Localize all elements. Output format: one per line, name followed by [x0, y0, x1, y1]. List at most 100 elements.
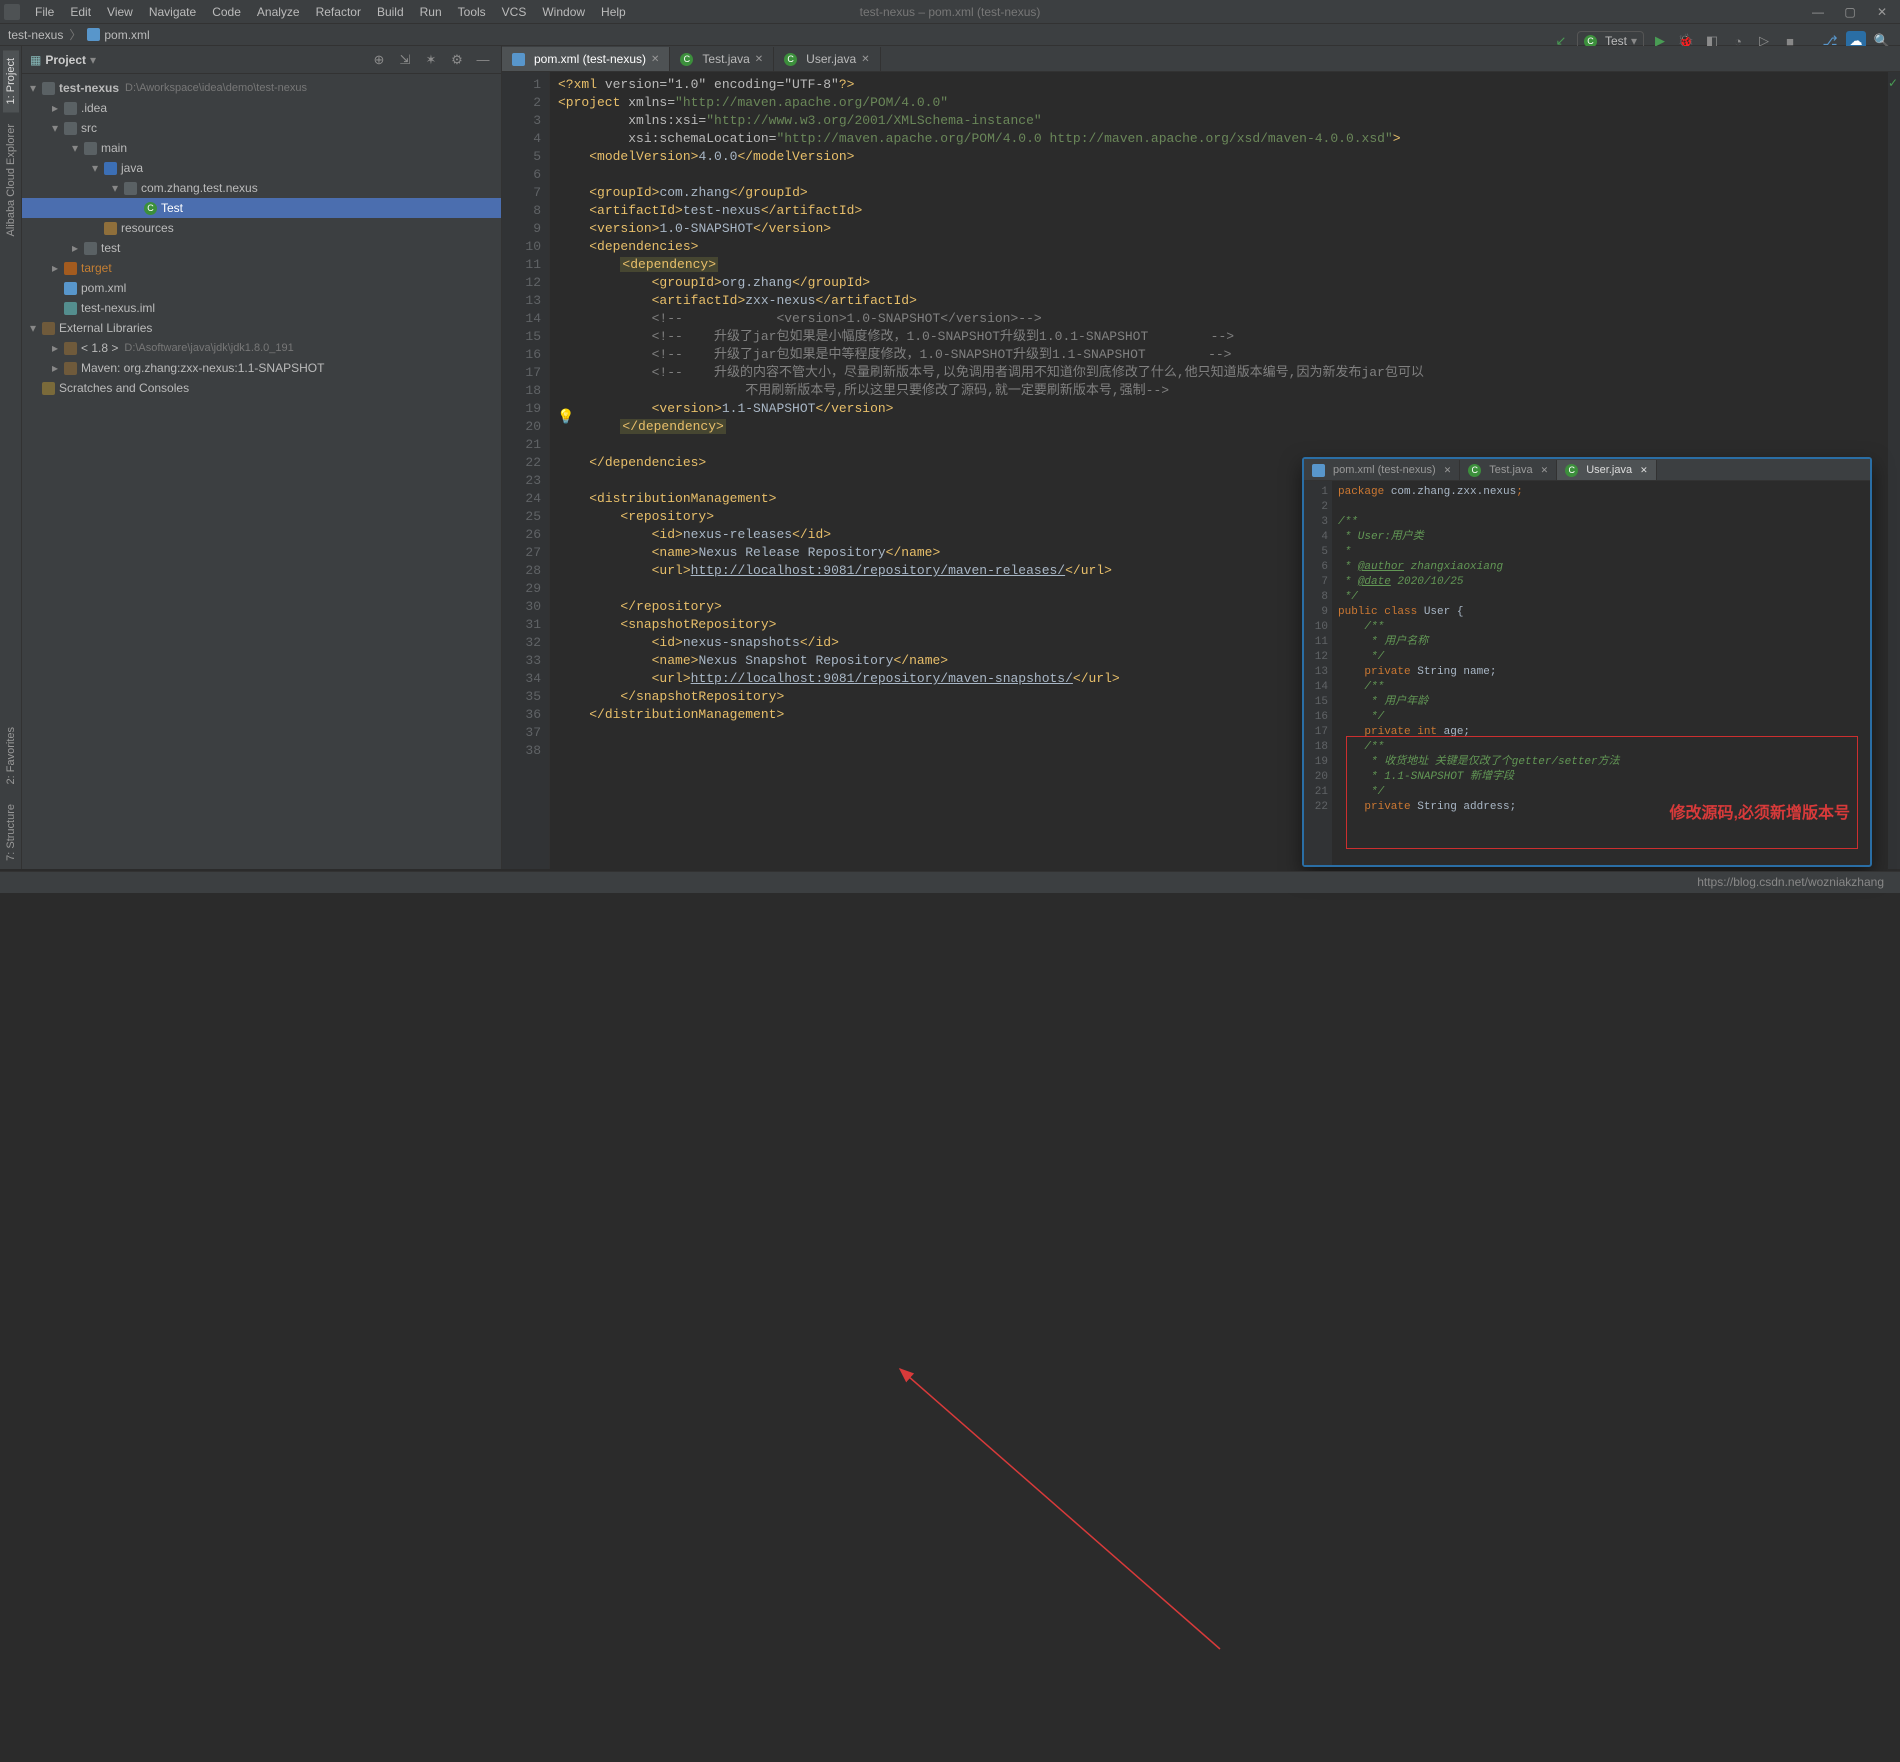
tree-jdk[interactable]: ▸< 1.8 >D:\Asoftware\java\jdk\jdk1.8.0_1…	[22, 338, 501, 358]
close-button[interactable]: ✕	[1868, 3, 1896, 21]
tree-label: .idea	[81, 101, 107, 115]
close-icon[interactable]: ✕	[1444, 465, 1452, 476]
tree-pom[interactable]: pom.xml	[22, 278, 501, 298]
menu-refactor[interactable]: Refactor	[309, 3, 368, 21]
menu-vcs[interactable]: VCS	[495, 3, 534, 21]
close-icon[interactable]: ✕	[755, 54, 763, 65]
class-icon: C	[1468, 464, 1481, 477]
folder-icon	[84, 242, 97, 255]
status-bar	[0, 871, 1900, 893]
folder-icon	[64, 102, 77, 115]
tree-root-path: D:\Aworkspace\idea\demo\test-nexus	[125, 82, 307, 94]
favorites-tab[interactable]: 2: Favorites	[3, 719, 19, 792]
preview-tab-test[interactable]: C Test.java ✕	[1460, 460, 1557, 480]
tree-idea[interactable]: ▸.idea	[22, 98, 501, 118]
menu-navigate[interactable]: Navigate	[142, 3, 203, 21]
tree-label: main	[101, 141, 127, 155]
tree-label: test-nexus.iml	[81, 301, 155, 315]
chevron-down-icon[interactable]: ▾	[90, 53, 96, 67]
tab-user[interactable]: CUser.java✕	[774, 47, 880, 71]
menu-file[interactable]: File	[28, 3, 61, 21]
tree-target[interactable]: ▸target	[22, 258, 501, 278]
tree-resources[interactable]: resources	[22, 218, 501, 238]
preview-tab-user[interactable]: C User.java ✕	[1557, 460, 1656, 480]
class-icon: C	[1565, 464, 1578, 477]
annotation-text: 修改源码,必须新增版本号	[1670, 799, 1850, 823]
folder-icon	[64, 122, 77, 135]
menu-code[interactable]: Code	[205, 3, 248, 21]
tree-root-label: test-nexus	[59, 81, 119, 95]
close-icon[interactable]: ✕	[861, 54, 869, 65]
tab-label: Test.java	[1489, 464, 1532, 476]
tab-test[interactable]: CTest.java✕	[670, 47, 774, 71]
annotation-box	[1346, 736, 1858, 849]
breadcrumb-file[interactable]: pom.xml	[104, 28, 149, 42]
tree-src[interactable]: ▾src	[22, 118, 501, 138]
tree-label: java	[121, 161, 143, 175]
preview-popup[interactable]: pom.xml (test-nexus)✕ C Test.java ✕ C User.…	[1302, 457, 1872, 867]
gutter[interactable]: 1234567891011121314151617181920212223242…	[502, 72, 550, 869]
inspection-ok-icon: ✓	[1888, 76, 1898, 90]
breadcrumb-root[interactable]: test-nexus	[8, 28, 63, 42]
tab-label: User.java	[1586, 464, 1632, 476]
tree-package[interactable]: ▾com.zhang.test.nexus	[22, 178, 501, 198]
close-icon[interactable]: ✕	[1541, 465, 1549, 476]
menu-help[interactable]: Help	[594, 3, 633, 21]
tree-test[interactable]: ▸test	[22, 238, 501, 258]
project-panel-header: ▦ Project ▾ ⊕ ⇲ ✶ ⚙ —	[22, 46, 501, 74]
expand-icon[interactable]: ⇲	[395, 50, 415, 70]
intention-bulb-icon[interactable]: 💡	[557, 408, 574, 425]
tree-label: com.zhang.test.nexus	[141, 181, 258, 195]
maximize-button[interactable]: ▢	[1836, 3, 1864, 21]
maven-icon	[512, 53, 525, 66]
tab-label: Test.java	[702, 52, 749, 66]
maven-icon	[64, 282, 77, 295]
hide-icon[interactable]: —	[473, 50, 493, 70]
tree-iml[interactable]: test-nexus.iml	[22, 298, 501, 318]
chevron-right-icon: 〉	[69, 26, 81, 43]
tab-pom[interactable]: pom.xml (test-nexus) ✕	[502, 47, 670, 71]
tree-label: src	[81, 121, 97, 135]
src-folder-icon	[104, 162, 117, 175]
tree-label: < 1.8 >	[81, 341, 118, 355]
titlebar: File Edit View Navigate Code Analyze Ref…	[0, 0, 1900, 24]
close-icon[interactable]: ✕	[651, 54, 659, 65]
package-icon	[124, 182, 137, 195]
tree-root[interactable]: ▾test-nexusD:\Aworkspace\idea\demo\test-…	[22, 78, 501, 98]
close-icon[interactable]: ✕	[1640, 465, 1648, 476]
menu-tools[interactable]: Tools	[451, 3, 493, 21]
tree-main[interactable]: ▾main	[22, 138, 501, 158]
menu-run[interactable]: Run	[413, 3, 449, 21]
error-stripe[interactable]: ✓	[1888, 72, 1900, 869]
project-panel-title: Project	[45, 53, 86, 67]
project-tree[interactable]: ▾test-nexusD:\Aworkspace\idea\demo\test-…	[22, 74, 501, 869]
tree-class-test[interactable]: C Test	[22, 198, 501, 218]
structure-tab[interactable]: 7: Structure	[3, 796, 19, 869]
tree-label: resources	[121, 221, 174, 235]
class-icon: C	[144, 202, 157, 215]
settings-icon[interactable]: ⚙	[447, 50, 467, 70]
menu-edit[interactable]: Edit	[63, 3, 98, 21]
menu-build[interactable]: Build	[370, 3, 411, 21]
tree-label: pom.xml	[81, 281, 126, 295]
tree-label: Scratches and Consoles	[59, 381, 189, 395]
tree-ext-libs[interactable]: ▾External Libraries	[22, 318, 501, 338]
tab-label: pom.xml (test-nexus)	[534, 52, 646, 66]
menu-analyze[interactable]: Analyze	[250, 3, 307, 21]
main-menu: File Edit View Navigate Code Analyze Ref…	[28, 3, 633, 21]
menu-view[interactable]: View	[100, 3, 140, 21]
preview-tab-pom[interactable]: pom.xml (test-nexus)✕	[1304, 460, 1460, 480]
maven-icon	[87, 28, 100, 41]
collapse-icon[interactable]: ✶	[421, 50, 441, 70]
menu-window[interactable]: Window	[535, 3, 592, 21]
class-icon: C	[784, 53, 797, 66]
annotation-arrow	[0, 869, 1900, 1762]
alibaba-cloud-tab[interactable]: Alibaba Cloud Explorer	[3, 116, 19, 245]
project-tool-tab[interactable]: 1: Project	[3, 50, 19, 112]
tree-scratches[interactable]: Scratches and Consoles	[22, 378, 501, 398]
minimize-button[interactable]: —	[1804, 3, 1832, 21]
tree-maven-lib[interactable]: ▸Maven: org.zhang:zxx-nexus:1.1-SNAPSHOT	[22, 358, 501, 378]
select-opened-icon[interactable]: ⊕	[369, 50, 389, 70]
tree-label: Test	[161, 201, 183, 215]
tree-java[interactable]: ▾java	[22, 158, 501, 178]
